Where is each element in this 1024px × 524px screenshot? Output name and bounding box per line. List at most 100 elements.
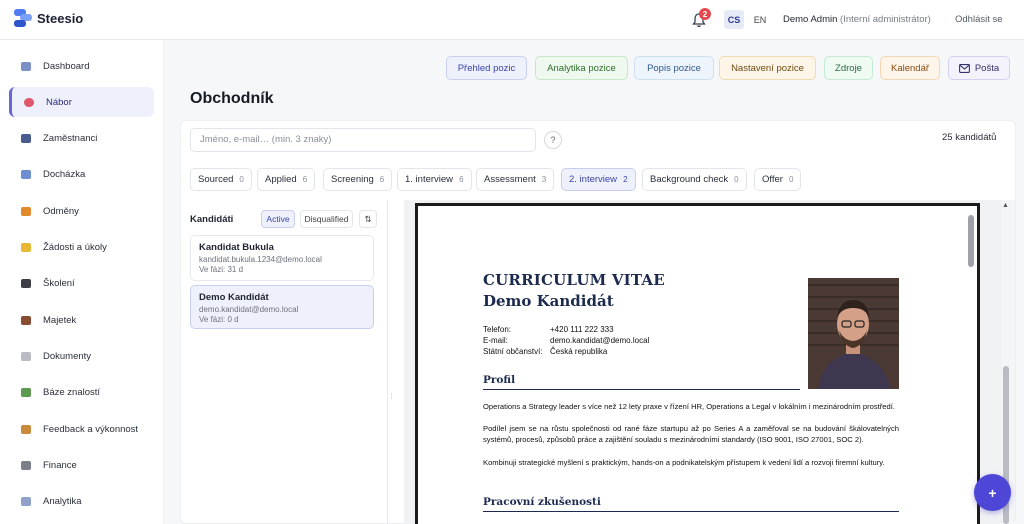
- tab-label: Offer: [762, 174, 783, 185]
- sidebar-item-odmeny[interactable]: Odměny: [9, 196, 154, 226]
- user-name: Demo Admin: [783, 14, 838, 25]
- mail-button-label: Pošta: [974, 62, 1000, 74]
- sidebar-item-label: Majetek: [43, 314, 77, 326]
- sidebar-item-label: Báze znalostí: [43, 386, 101, 398]
- candidate-name: Kandidat Bukula: [199, 242, 274, 253]
- candidate-list-item[interactable]: Kandidat Bukula kandidat.bukula.1234@dem…: [190, 235, 374, 281]
- sidebar-item-skoleni[interactable]: Školení: [9, 268, 154, 298]
- app-logo[interactable]: Steesio: [14, 9, 83, 27]
- app-name: Steesio: [37, 10, 84, 26]
- cv-profile-text-2: Podílel jsem se na růstu společnosti od …: [483, 424, 899, 444]
- tab-screening[interactable]: Screening 6: [323, 168, 393, 191]
- filter-active-button[interactable]: Active: [261, 210, 295, 228]
- logout-link[interactable]: Odhlásit se: [955, 14, 1003, 25]
- notification-badge: 2: [699, 8, 711, 20]
- tab-applied[interactable]: Applied 6: [257, 168, 316, 191]
- position-description-button[interactable]: Popis pozice: [634, 56, 714, 80]
- tab-count: 6: [459, 175, 464, 184]
- user-info[interactable]: Demo Admin (Interní administrátor): [783, 14, 931, 25]
- resize-handle-icon[interactable]: ⋮: [388, 392, 395, 400]
- sidebar-item-finance[interactable]: Finance: [9, 450, 154, 480]
- cv-profile-heading: Profil: [483, 374, 516, 386]
- tab-label: Assessment: [484, 174, 536, 185]
- analytics-icon: [21, 496, 31, 506]
- sidebar-item-dokumenty[interactable]: Dokumenty: [9, 341, 154, 371]
- cv-experience-heading: Pracovní zkušenosti: [483, 496, 601, 508]
- tab-count: 0: [734, 175, 739, 184]
- tab-count: 6: [302, 175, 308, 184]
- page-title: Obchodník: [190, 90, 274, 107]
- tab-label: 2. interview: [569, 174, 618, 185]
- cv-phone: +420 111 222 333: [550, 325, 614, 334]
- cv-phone-label: Telefon:: [483, 325, 512, 334]
- position-settings-button[interactable]: Nastavení pozice: [719, 56, 816, 80]
- scroll-up-icon[interactable]: ▲: [1002, 202, 1009, 209]
- sidebar-item-zadosti[interactable]: Žádosti a úkoly: [9, 232, 154, 262]
- tab-assessment[interactable]: Assessment 3: [476, 168, 555, 191]
- lang-cs-button[interactable]: CS: [724, 10, 744, 29]
- cv-email-label: E-mail:: [483, 336, 508, 345]
- graduation-cap-icon: [21, 278, 31, 288]
- tab-label: Applied: [265, 174, 297, 185]
- sidebar-item-label: Žádosti a úkoly: [43, 241, 107, 253]
- tab-count: 2: [623, 175, 628, 184]
- sources-button[interactable]: Zdroje: [824, 56, 873, 80]
- tab-2-interview[interactable]: 2. interview 2: [561, 168, 636, 191]
- candidates-heading: Kandidáti: [190, 214, 234, 225]
- lang-en-button[interactable]: EN: [750, 10, 770, 29]
- calendar-button[interactable]: Kalendář: [880, 56, 940, 80]
- filter-disqualified-button[interactable]: Disqualified: [300, 210, 353, 228]
- pdf-scrollbar-thumb[interactable]: [968, 215, 974, 267]
- user-role: (Interní administrátor): [840, 14, 931, 25]
- chart-icon: [21, 61, 31, 71]
- bank-icon: [21, 460, 31, 470]
- sidebar-item-label: Dokumenty: [43, 350, 92, 362]
- sidebar-item-dochazka[interactable]: Docházka: [9, 159, 154, 189]
- sidebar-item-feedback[interactable]: Feedback a výkonnost: [9, 414, 154, 444]
- tab-background-check[interactable]: Background check 0: [642, 168, 747, 191]
- briefcase-icon: [21, 315, 31, 325]
- sidebar-item-analytika[interactable]: Analytika: [9, 486, 154, 516]
- tab-label: Sourced: [198, 174, 234, 185]
- sidebar-item-label: Docházka: [43, 168, 86, 180]
- sidebar-item-zamestnanci[interactable]: Zaměstnanci: [9, 123, 154, 153]
- tab-label: 1. interview: [405, 174, 454, 185]
- positions-overview-button[interactable]: Přehled pozic: [446, 56, 527, 80]
- tab-count: 0: [239, 175, 244, 184]
- cv-name: Demo Kandidát: [483, 292, 614, 310]
- tab-sourced[interactable]: Sourced 0: [190, 168, 252, 191]
- cv-citizenship-label: Státní občanství:: [483, 347, 543, 356]
- candidate-list-item[interactable]: Demo Kandidát demo.kandidat@demo.local V…: [190, 285, 374, 329]
- cv-title: CURRICULUM VITAE: [483, 271, 665, 289]
- calendar-icon: [21, 169, 31, 179]
- sidebar-item-baze-znalosti[interactable]: Báze znalostí: [9, 377, 154, 407]
- cv-profile-text: Operations a Strategy leader s více než …: [483, 402, 895, 411]
- sidebar-item-dashboard[interactable]: Dashboard: [9, 51, 154, 81]
- tab-1-interview[interactable]: 1. interview 6: [397, 168, 472, 191]
- cv-citizenship: Česká republika: [550, 347, 608, 356]
- sidebar-item-label: Analytika: [43, 495, 82, 507]
- mail-button[interactable]: Pošta: [948, 56, 1010, 80]
- candidate-phase: Ve fázi: 0 d: [199, 315, 239, 324]
- gift-icon: [21, 206, 31, 216]
- mail-icon: [958, 63, 970, 73]
- cv-experience-rule: [483, 511, 899, 512]
- candidate-count: 25 kandidátů: [942, 132, 997, 143]
- tab-offer[interactable]: Offer 0: [754, 168, 802, 191]
- add-fab-button[interactable]: +: [974, 474, 1011, 511]
- sidebar-item-nabor[interactable]: Nábor: [9, 87, 154, 117]
- sidebar-item-label: Odměny: [43, 205, 79, 217]
- cv-profile-rule: [483, 389, 800, 390]
- tab-label: Background check: [650, 174, 729, 185]
- position-analytics-button[interactable]: Analytika pozice: [535, 56, 628, 80]
- search-input[interactable]: Jméno, e-mail… (min. 3 znaky): [190, 128, 536, 152]
- sidebar-item-label: Školení: [43, 277, 75, 289]
- sidebar-item-majetek[interactable]: Majetek: [9, 305, 154, 335]
- panel-divider[interactable]: [387, 200, 388, 524]
- sort-icon[interactable]: ⇅: [359, 210, 377, 228]
- sidebar-item-label: Dashboard: [43, 60, 90, 72]
- candidate-email: kandidat.bukula.1234@demo.local: [199, 255, 322, 264]
- help-icon[interactable]: ?: [544, 131, 562, 149]
- cv-email: demo.kandidat@demo.local: [550, 336, 650, 345]
- candidate-name: Demo Kandidát: [199, 292, 269, 303]
